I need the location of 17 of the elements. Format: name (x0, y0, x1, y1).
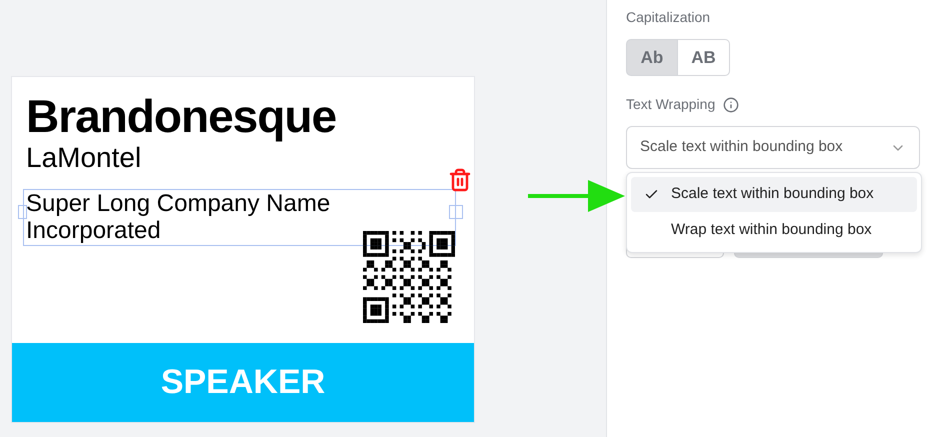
delete-icon[interactable] (448, 168, 472, 192)
text-wrapping-select[interactable]: Scale text within bounding box (626, 126, 920, 169)
qr-code-icon (363, 231, 455, 323)
dropdown-option[interactable]: Wrap text within bounding box (631, 213, 917, 248)
capitalization-option[interactable]: AB (678, 39, 730, 76)
arrow-icon (528, 178, 626, 214)
surname-text: LaMontel (26, 143, 142, 173)
capitalization-label: Capitalization (626, 8, 712, 26)
dropdown-option[interactable]: Scale text within bounding box (631, 177, 917, 212)
name-text: Brandonesque (26, 89, 338, 143)
capitalization-option[interactable]: Ab (626, 39, 678, 76)
resize-handle[interactable] (449, 205, 463, 219)
resize-handle[interactable] (18, 205, 27, 219)
info-icon[interactable] (723, 96, 740, 112)
role-text: SPEAKER (160, 362, 326, 403)
text-wrapping-label: Text Wrapping (626, 95, 716, 114)
company-text-box[interactable]: Super Long Company Name Incorporated (23, 189, 456, 246)
